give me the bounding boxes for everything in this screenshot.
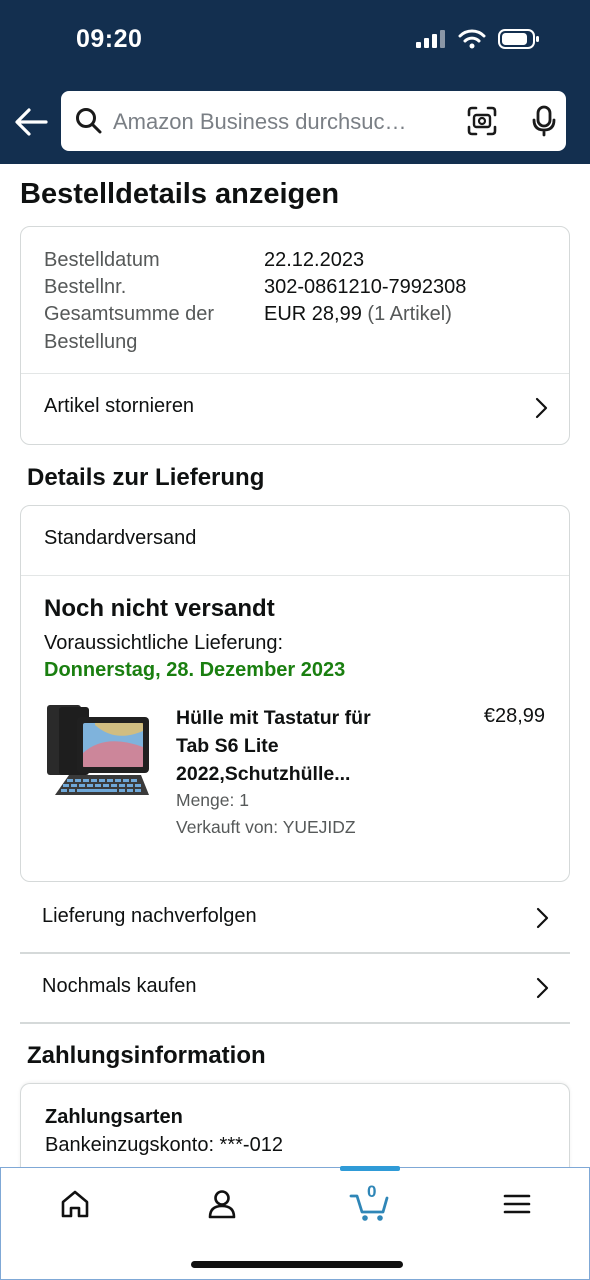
home-icon[interactable] <box>55 1184 95 1224</box>
order-number-label: Bestellnr. <box>44 276 127 298</box>
order-summary-card: Bestelldatum 22.12.2023 Bestellnr. 302-0… <box>20 226 570 445</box>
buy-again-label: Nochmals kaufen <box>42 975 197 997</box>
search-bar[interactable]: Amazon Business durchsuc… <box>61 91 566 151</box>
expected-delivery-label: Voraussichtliche Lieferung: <box>44 632 284 654</box>
wifi-icon <box>458 29 486 49</box>
order-date-label: Bestelldatum <box>44 249 160 271</box>
chevron-right-icon <box>536 977 549 999</box>
account-icon[interactable] <box>202 1184 242 1224</box>
divider <box>21 575 569 576</box>
payment-method-value: Bankeinzugskonto: ***-012 <box>45 1134 283 1156</box>
active-tab-indicator <box>340 1166 400 1171</box>
delivery-section-title: Details zur Lieferung <box>27 464 265 491</box>
status-icons <box>416 28 540 50</box>
track-delivery-label: Lieferung nachverfolgen <box>42 905 257 927</box>
microphone-icon[interactable] <box>531 105 557 137</box>
expected-delivery-date: Donnerstag, 28. Dezember 2023 <box>44 659 346 681</box>
shipment-status: Noch nicht versandt <box>44 595 275 622</box>
divider <box>20 1022 570 1024</box>
menu-icon[interactable] <box>497 1184 537 1224</box>
product-title-line2: Tab S6 Lite <box>176 735 279 757</box>
home-indicator <box>191 1261 403 1268</box>
buy-again-row[interactable]: Nochmals kaufen <box>20 953 570 1023</box>
order-total-items: (1 Artikel) <box>367 303 452 325</box>
product-seller: Verkauft von: YUEJIDZ <box>176 817 356 837</box>
order-total-value: EUR 28,99 (1 Artikel) <box>264 300 452 328</box>
bottom-navigation: 0 <box>0 1166 590 1280</box>
order-number-value: 302-0861210-7992308 <box>264 276 467 298</box>
product-title-line1: Hülle mit Tastatur für <box>176 707 371 729</box>
battery-icon <box>498 29 539 49</box>
delivery-card: Standardversand Noch nicht versandt Vora… <box>20 505 570 882</box>
product-quantity: Menge: 1 <box>176 790 249 810</box>
product-price: €28,99 <box>483 705 545 727</box>
search-input[interactable]: Amazon Business durchsuc… <box>113 109 413 135</box>
camera-scan-icon[interactable] <box>467 106 497 136</box>
search-icon <box>76 108 102 134</box>
product-title-line3: 2022,Schutzhülle... <box>176 763 351 785</box>
page-title: Bestelldetails anzeigen <box>20 178 340 210</box>
track-delivery-row[interactable]: Lieferung nachverfolgen <box>20 883 570 953</box>
order-total-label-line1: Gesamtsumme der <box>44 303 215 325</box>
order-total-amount: EUR 28,99 <box>264 303 362 325</box>
cancel-items-row[interactable]: Artikel stornieren <box>21 374 569 444</box>
product-image[interactable] <box>45 703 153 798</box>
cart-count-badge: 0 <box>367 1182 377 1201</box>
cancel-items-label: Artikel stornieren <box>44 395 195 417</box>
signal-icon <box>416 30 445 48</box>
back-arrow-icon[interactable] <box>12 103 50 141</box>
app-header: 09:20 Amazon Business durchsuc… <box>0 0 590 164</box>
chevron-right-icon <box>536 907 549 929</box>
status-time: 09:20 <box>76 25 143 53</box>
order-date-value: 22.12.2023 <box>264 249 365 271</box>
shipping-method: Standardversand <box>44 527 197 549</box>
payment-section-title: Zahlungsinformation <box>27 1042 266 1069</box>
order-total-label-line2: Bestellung <box>44 331 138 353</box>
payment-methods-label: Zahlungsarten <box>45 1106 183 1128</box>
product-title[interactable]: Hülle mit Tastatur für Tab S6 Lite 2022,… <box>176 704 436 788</box>
chevron-right-icon <box>535 397 548 419</box>
